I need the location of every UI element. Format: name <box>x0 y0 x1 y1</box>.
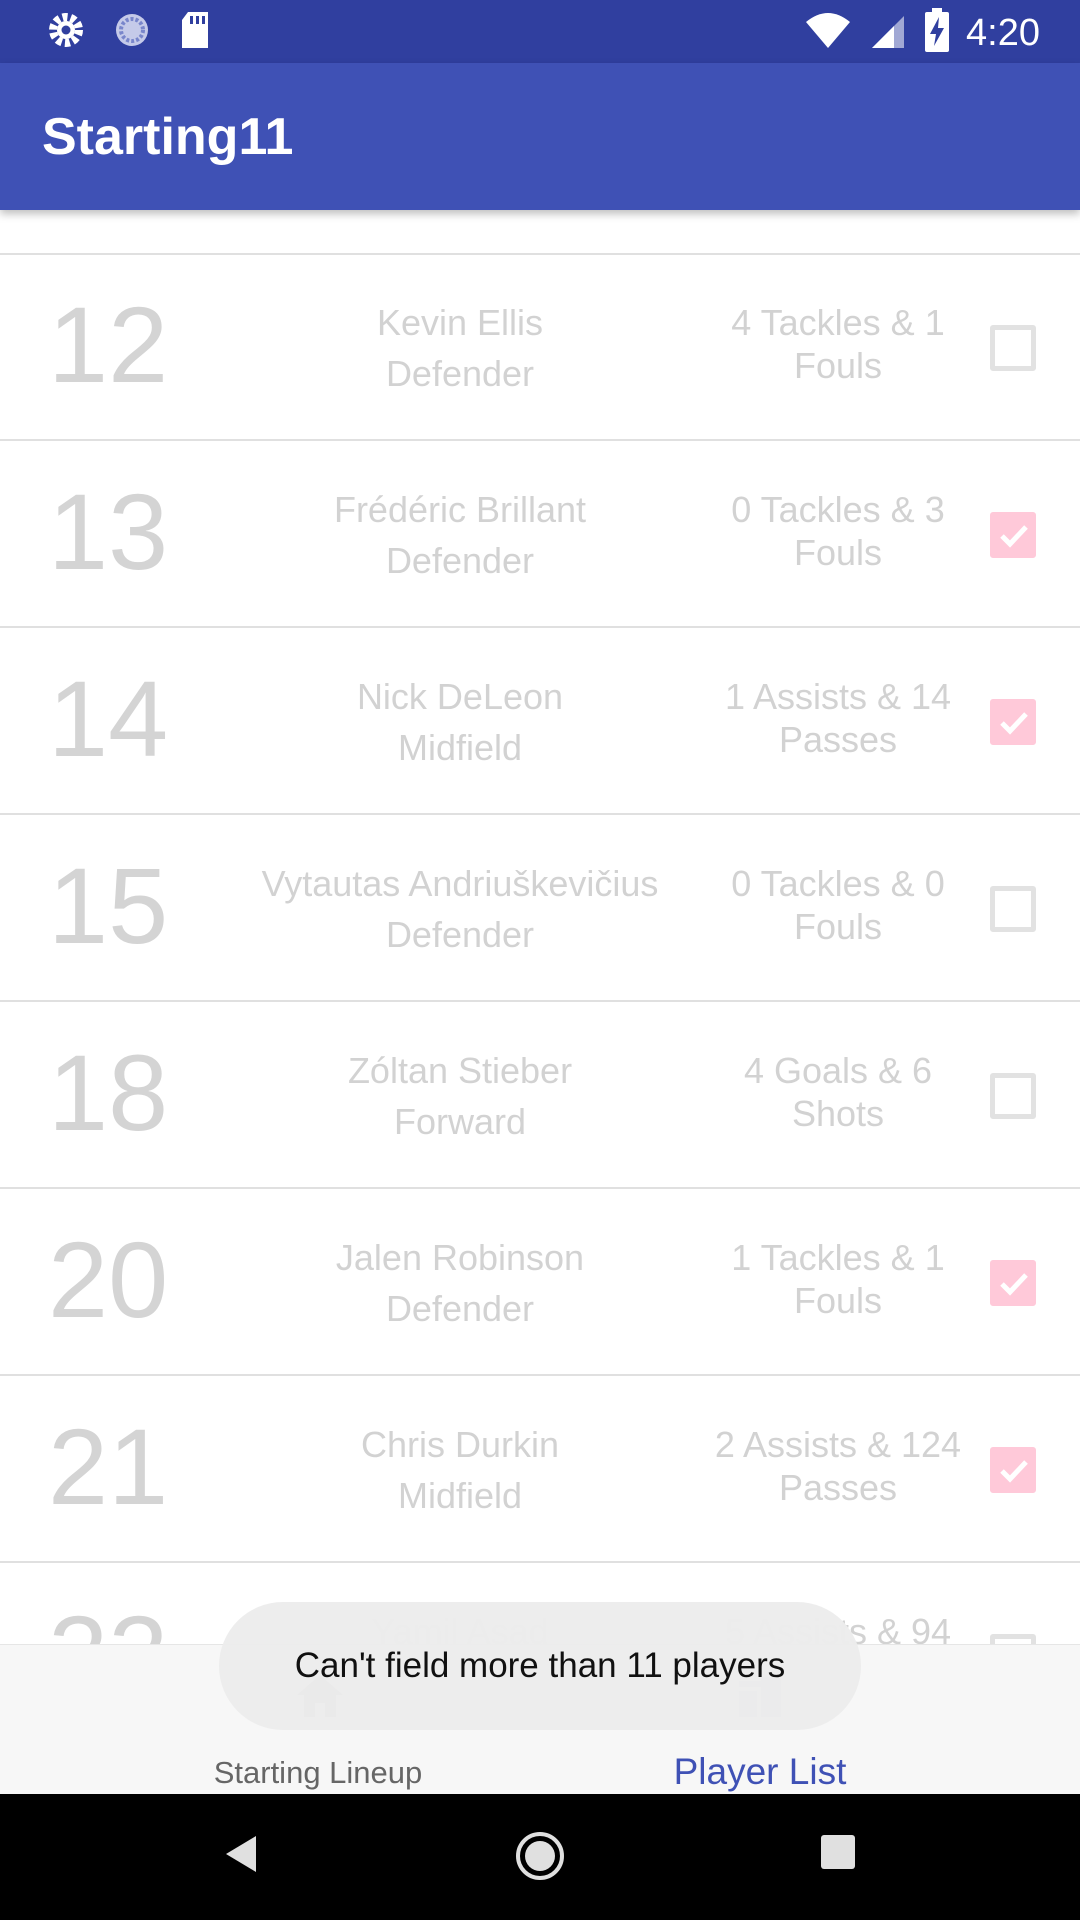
sd-card-icon <box>178 10 212 55</box>
player-position: Midfield <box>397 1475 523 1516</box>
player-stats-line: 4 Tackles & 1 <box>731 302 945 343</box>
player-stats-line: 4 Goals & 6 <box>743 1050 933 1091</box>
battery-charging-icon <box>924 8 950 57</box>
player-stats: 1 Assists & 14 Passes <box>700 675 976 761</box>
check-icon <box>1000 712 1028 735</box>
recents-icon[interactable] <box>820 1834 856 1875</box>
player-name: Chris Durkin <box>360 1424 560 1465</box>
app-title: Starting11 <box>42 108 294 166</box>
player-info: Frédéric Brillant Defender <box>240 484 680 586</box>
status-bar: 4:20 <box>0 0 1080 63</box>
player-row[interactable]: 13 Frédéric Brillant Defender 0 Tackles & 3… <box>0 442 1080 628</box>
player-number: 20 <box>48 1219 169 1340</box>
player-stats: 0 Tackles & 3 Fouls <box>700 488 976 574</box>
player-position: Midfield <box>397 727 523 768</box>
player-stats: 2 Assists & 124 Passes <box>700 1423 976 1509</box>
player-stats-line: Shots <box>791 1093 885 1134</box>
check-icon <box>1000 1460 1028 1483</box>
player-row[interactable]: 21 Chris Durkin Midfield 2 Assists & 124 Pas… <box>0 1377 1080 1563</box>
back-icon[interactable] <box>222 1834 258 1879</box>
select-checkbox[interactable] <box>990 886 1036 932</box>
player-stats-line: 1 Assists & 14 <box>724 676 952 717</box>
player-name: Kevin Ellis <box>376 302 544 343</box>
home-circle-icon[interactable] <box>514 1830 566 1887</box>
check-icon <box>1000 525 1028 548</box>
select-checkbox[interactable] <box>990 325 1036 371</box>
select-checkbox[interactable] <box>990 512 1036 558</box>
player-stats-line: Passes <box>778 719 898 760</box>
player-name: Frédéric Brillant <box>333 489 587 530</box>
player-row[interactable]: 15 Vytautas Andriuškevičius Defender 0 Tack… <box>0 816 1080 1002</box>
nav-label-player-list: Player List <box>673 1751 847 1792</box>
player-info: Vytautas Andriuškevičius Defender <box>240 858 680 960</box>
wifi-icon <box>804 10 852 55</box>
player-stats-line: Passes <box>778 1467 898 1508</box>
player-stats: 4 Goals & 6 Shots <box>700 1049 976 1135</box>
player-number: 14 <box>48 658 169 779</box>
player-position: Defender <box>385 540 535 581</box>
player-list[interactable]: 12 Kevin Ellis Defender 4 Tackles & 1 Fouls 1… <box>0 210 1080 1644</box>
player-stats-line: 0 Tackles & 0 <box>731 863 945 904</box>
select-checkbox[interactable] <box>990 1073 1036 1119</box>
player-number: 21 <box>48 1406 169 1527</box>
select-checkbox[interactable] <box>990 1260 1036 1306</box>
sync-icon <box>112 10 152 55</box>
player-stats-line: Fouls <box>793 532 883 573</box>
player-number: 18 <box>48 1032 169 1153</box>
select-checkbox[interactable] <box>990 699 1036 745</box>
player-info: Jalen Robinson Defender <box>240 1232 680 1334</box>
player-stats: 4 Tackles & 1 Fouls <box>700 301 976 387</box>
player-info: Zóltan Stieber Forward <box>240 1045 680 1147</box>
app-bar: Starting11 <box>0 63 1080 210</box>
player-info: Chris Durkin Midfield <box>240 1419 680 1521</box>
player-stats-line: 2 Assists & 124 <box>714 1424 962 1465</box>
player-stats-line: Fouls <box>793 906 883 947</box>
player-row[interactable]: 20 Jalen Robinson Defender 1 Tackles & 1 Fou… <box>0 1190 1080 1376</box>
gear-icon <box>46 10 86 55</box>
player-stats-line: 0 Tackles & 3 <box>731 489 945 530</box>
player-position: Defender <box>385 914 535 955</box>
player-row[interactable]: 14 Nick DeLeon Midfield 1 Assists & 14 Passe… <box>0 629 1080 815</box>
player-stats: 0 Tackles & 0 Fouls <box>700 862 976 948</box>
player-row[interactable]: 12 Kevin Ellis Defender 4 Tackles & 1 Fouls <box>0 255 1080 441</box>
player-name: Jalen Robinson <box>335 1237 585 1278</box>
player-number: 12 <box>48 284 169 405</box>
player-name: Nick DeLeon <box>356 676 564 717</box>
select-checkbox[interactable] <box>990 1447 1036 1493</box>
player-name: Zóltan Stieber <box>347 1050 573 1091</box>
player-number: 13 <box>48 471 169 592</box>
system-navigation-bar <box>0 1794 1080 1920</box>
toast-message: Can't field more than 11 players <box>219 1602 861 1730</box>
player-stats: 1 Tackles & 1 Fouls <box>700 1236 976 1322</box>
player-position: Forward <box>393 1101 527 1142</box>
player-position: Defender <box>385 1288 535 1329</box>
player-position: Defender <box>385 353 535 394</box>
player-stats-line: Fouls <box>793 1280 883 1321</box>
player-stats-line: 1 Tackles & 1 <box>731 1237 945 1278</box>
player-number: 15 <box>48 845 169 966</box>
player-stats-line: Fouls <box>793 345 883 386</box>
select-checkbox[interactable] <box>990 1634 1036 1644</box>
player-name: Vytautas Andriuškevičius <box>261 863 659 904</box>
check-icon <box>1000 1273 1028 1296</box>
signal-icon <box>868 10 908 55</box>
player-number: 22 <box>48 1594 168 1645</box>
status-clock: 4:20 <box>966 11 1040 54</box>
player-info: Kevin Ellis Defender <box>240 297 680 399</box>
player-info: Nick DeLeon Midfield <box>240 671 680 773</box>
player-row[interactable]: 18 Zóltan Stieber Forward 4 Goals & 6 Shots <box>0 1003 1080 1189</box>
